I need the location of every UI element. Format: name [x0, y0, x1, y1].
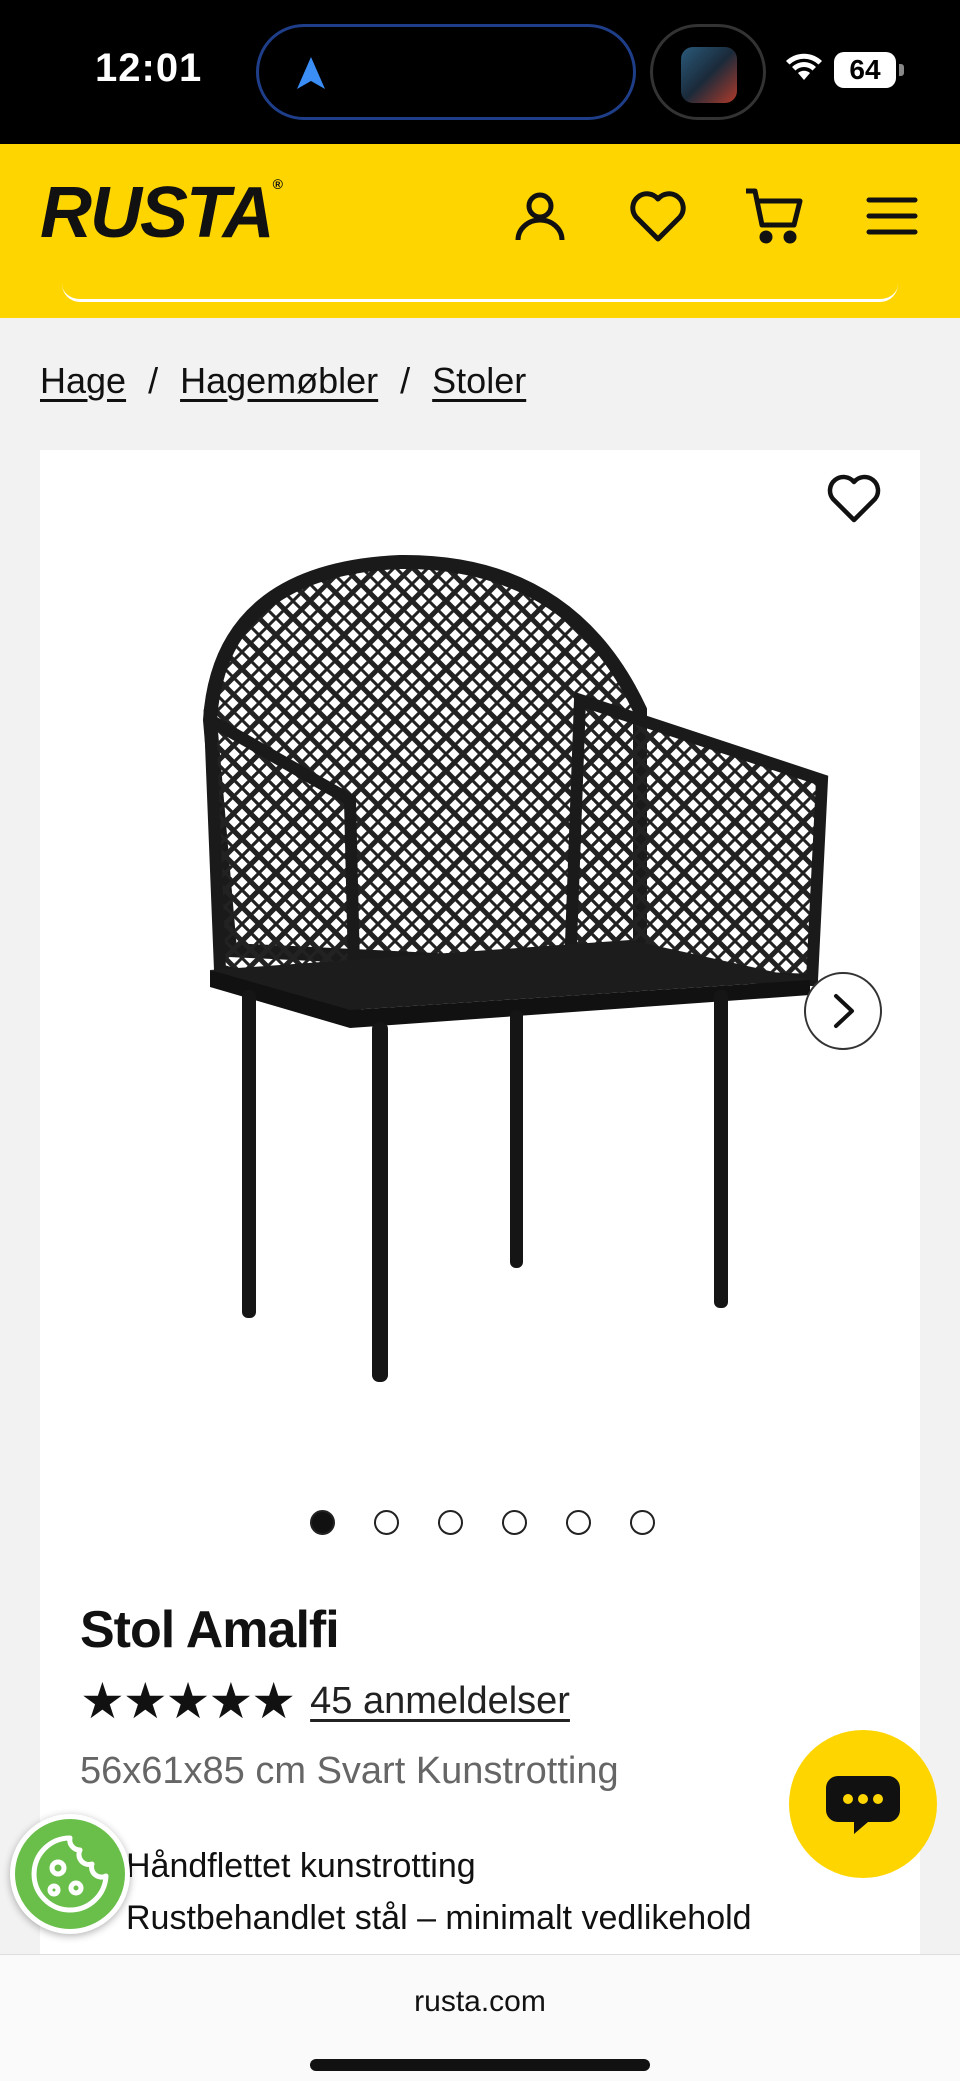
add-to-favorites-button[interactable]: [826, 472, 882, 529]
wifi-icon: [786, 53, 822, 80]
product-variant: 56x61x85 cm Svart Kunstrotting: [80, 1750, 619, 1792]
navigation-arrow-icon: [297, 57, 325, 89]
breadcrumb-separator: /: [148, 360, 159, 401]
cart-button[interactable]: [742, 184, 806, 248]
rusta-logo[interactable]: RUSTA®: [40, 172, 283, 254]
reviews-link[interactable]: 45 anmeldelser: [310, 1680, 570, 1723]
breadcrumb-hagemobler[interactable]: Hagemøbler: [180, 360, 378, 402]
carousel-dot[interactable]: [438, 1510, 463, 1535]
logo-text: RUSTA: [40, 173, 275, 253]
account-button[interactable]: [508, 184, 572, 248]
star-rating-icons: ★★★★★: [80, 1673, 296, 1729]
carousel-dot[interactable]: [374, 1510, 399, 1535]
hamburger-menu-icon: [866, 197, 918, 235]
carousel-dot[interactable]: [502, 1510, 527, 1535]
chat-button[interactable]: [789, 1730, 937, 1878]
status-bar: 12:01 64: [0, 0, 960, 144]
next-image-button[interactable]: [804, 972, 882, 1050]
product-features: Håndflettet kunstrotting Rustbehandlet s…: [126, 1840, 752, 1944]
chat-bubble-icon: [826, 1776, 900, 1834]
feature-item: Håndflettet kunstrotting: [126, 1847, 476, 1885]
home-indicator[interactable]: [310, 2059, 650, 2071]
cookie-icon: [31, 1835, 109, 1913]
url-text[interactable]: rusta.com: [0, 1985, 960, 2019]
site-header: RUSTA®: [0, 144, 960, 318]
image-carousel-dots: [310, 1510, 655, 1535]
registered-mark: ®: [272, 176, 283, 192]
menu-button[interactable]: [860, 184, 924, 248]
breadcrumb-hage[interactable]: Hage: [40, 360, 126, 402]
album-art: [681, 47, 737, 103]
status-time: 12:01: [95, 46, 203, 90]
heart-icon: [827, 474, 881, 523]
media-activity[interactable]: [650, 24, 766, 120]
carousel-dot[interactable]: [630, 1510, 655, 1535]
search-field-edge[interactable]: [62, 284, 898, 302]
product-card: Stol Amalfi ★★★★★ 45 anmeldelser 56x61x8…: [40, 450, 920, 2081]
breadcrumb: Hage / Hagemøbler / Stoler: [40, 360, 526, 402]
carousel-dot[interactable]: [566, 1510, 591, 1535]
battery-indicator: 64: [834, 52, 904, 88]
breadcrumb-stoler[interactable]: Stoler: [432, 360, 526, 402]
feature-item: Rustbehandlet stål – minimalt vedlikehol…: [126, 1899, 752, 1937]
browser-address-bar: rusta.com: [0, 1954, 960, 2081]
cart-icon: [746, 188, 803, 244]
product-title: Stol Amalfi: [80, 1601, 340, 1659]
cookie-settings-button[interactable]: [10, 1814, 130, 1934]
product-rating: ★★★★★ 45 anmeldelser: [80, 1672, 570, 1730]
carousel-dot[interactable]: [310, 1510, 335, 1535]
wishlist-button[interactable]: [626, 184, 690, 248]
user-icon: [515, 192, 565, 241]
product-image-chair[interactable]: [140, 550, 840, 1490]
dynamic-island[interactable]: [256, 24, 636, 120]
chevron-right-icon: [834, 994, 854, 1028]
heart-icon: [630, 191, 686, 242]
breadcrumb-separator: /: [400, 360, 411, 401]
